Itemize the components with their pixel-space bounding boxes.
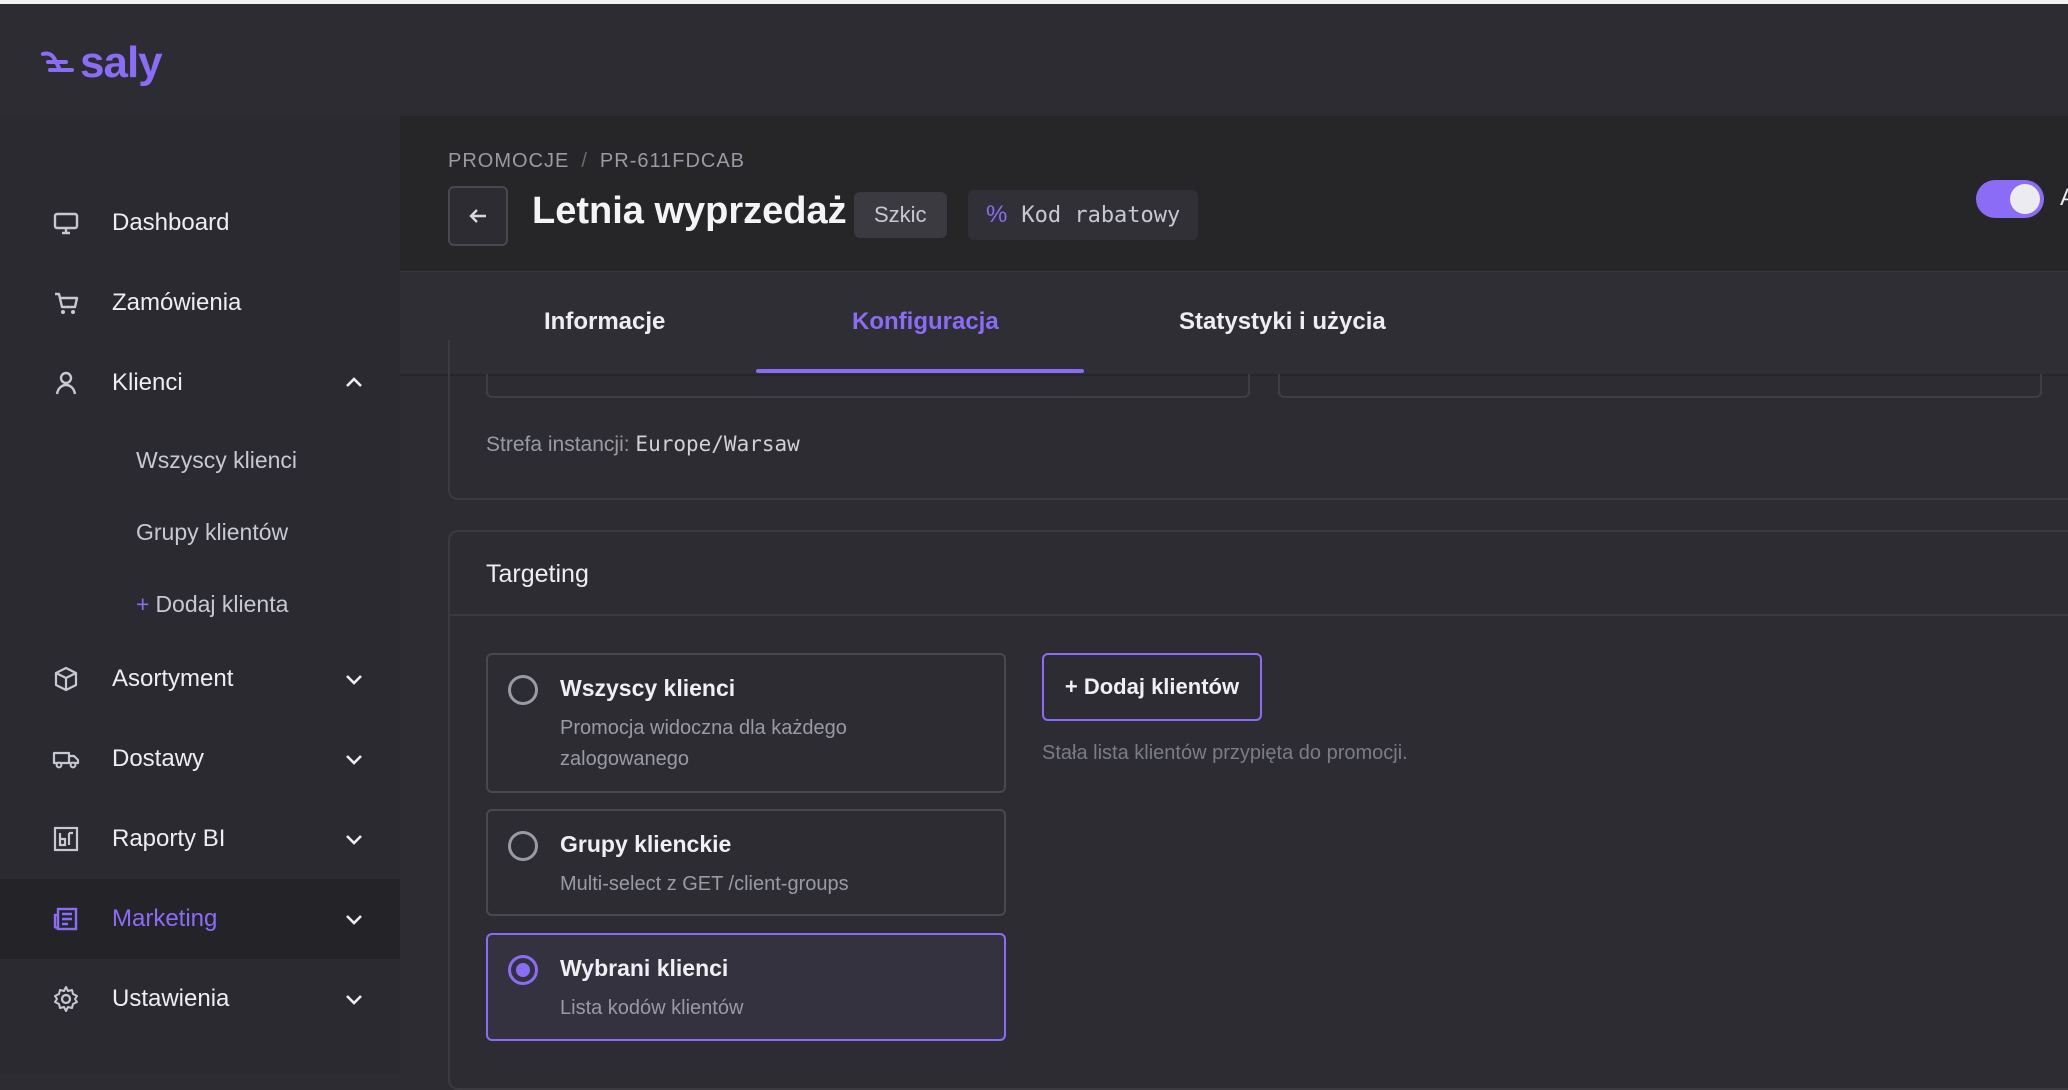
logo-mark-icon: [41, 51, 74, 72]
sidebar-subitem-add-client[interactable]: + Dodaj klienta: [136, 591, 288, 618]
logo[interactable]: saly: [40, 38, 163, 88]
active-toggle[interactable]: [1976, 180, 2044, 218]
tab-konfiguracja[interactable]: Konfiguracja: [852, 308, 999, 336]
percent-icon: %: [986, 201, 1008, 228]
sidebar-item-clients[interactable]: Klienci: [0, 343, 400, 423]
breadcrumb-separator: /: [581, 150, 588, 172]
sidebar-item-label: Asortyment: [112, 665, 234, 692]
timezone-value: Europe/Warsaw: [635, 432, 800, 456]
sidebar: Dashboard Zamówienia Klienci Wszyscy kli…: [0, 116, 400, 1074]
sidebar-item-dashboard[interactable]: Dashboard: [0, 183, 400, 263]
sidebar-item-label: Dostawy: [112, 745, 205, 772]
chevron-down-icon[interactable]: [342, 987, 366, 1011]
sidebar-item-label: Raporty BI: [112, 825, 226, 852]
report-icon: [53, 826, 79, 852]
end-date-field[interactable]: [1278, 374, 2042, 398]
sidebar-subitem-client-groups[interactable]: Grupy klientów: [136, 519, 288, 546]
chevron-down-icon[interactable]: [342, 907, 366, 931]
add-clients-button[interactable]: + Dodaj klientów: [1042, 653, 1262, 721]
arrow-left-icon: [469, 209, 486, 223]
box-icon: [54, 666, 78, 692]
toggle-label: A: [2060, 184, 2068, 212]
chevron-down-icon[interactable]: [342, 667, 366, 691]
start-date-field[interactable]: [486, 374, 1250, 398]
timezone-label: Strefa instancji:: [486, 433, 630, 456]
sidebar-subitem-all-clients[interactable]: Wszyscy klienci: [136, 447, 297, 474]
add-clients-hint: Stała lista klientów przypięta do promoc…: [1042, 742, 1408, 764]
chevron-down-icon[interactable]: [342, 747, 366, 771]
sidebar-item-bi-reports[interactable]: Raporty BI: [0, 799, 400, 879]
sidebar-item-label: Ustawienia: [112, 985, 230, 1012]
sidebar-item-label: Marketing: [112, 905, 218, 932]
plus-icon: +: [136, 591, 150, 617]
page-title: Letnia wyprzedaż: [532, 190, 847, 232]
breadcrumb-link-promotions[interactable]: PROMOCJE: [448, 150, 569, 172]
sidebar-item-assortment[interactable]: Asortyment: [0, 639, 400, 719]
promotion-type-label: Kod rabatowy: [1021, 202, 1181, 228]
sidebar-item-marketing[interactable]: Marketing: [0, 879, 400, 959]
targeting-option-all-clients[interactable]: Wszyscy klienci Promocja widoczna dla ka…: [486, 653, 1006, 793]
breadcrumb: PROMOCJE / PR-611FDCAB: [448, 150, 745, 173]
sidebar-item-label: Dashboard: [112, 209, 230, 236]
timezone-info: Strefa instancji: Europe/Warsaw: [486, 432, 800, 457]
radio-button-checked[interactable]: [508, 955, 538, 985]
user-icon: [55, 371, 77, 395]
sidebar-item-orders[interactable]: Zamówienia: [0, 263, 400, 343]
toggle-knob: [2010, 184, 2040, 214]
divider: [450, 614, 2068, 616]
breadcrumb-current: PR-611FDCAB: [599, 150, 746, 172]
sidebar-item-settings[interactable]: Ustawienia: [0, 959, 400, 1039]
option-title: Grupy klienckie: [560, 831, 732, 857]
chevron-down-icon[interactable]: [342, 827, 366, 851]
cart-icon: [55, 292, 79, 314]
schedule-card: [448, 340, 2068, 500]
option-title: Wszyscy klienci: [560, 675, 736, 701]
status-badge: Szkic: [854, 192, 947, 238]
radio-button[interactable]: [508, 831, 538, 861]
targeting-option-client-groups[interactable]: Grupy klienckie Multi-select z GET /clie…: [486, 809, 1006, 916]
sidebar-item-label: Zamówienia: [112, 289, 242, 316]
newspaper-icon: [53, 907, 78, 931]
option-description: Multi-select z GET /client-groups: [560, 873, 849, 895]
promotion-type-badge: % Kod rabatowy: [968, 190, 1199, 240]
radio-button[interactable]: [508, 675, 538, 705]
top-bar: saly: [0, 0, 2068, 116]
back-button[interactable]: [448, 186, 508, 246]
page-header: PROMOCJE / PR-611FDCAB Letnia wyprzedaż Sz…: [400, 116, 2068, 272]
option-description: Promocja widoczna dla każdego zalogowane…: [560, 717, 847, 770]
chevron-up-icon[interactable]: [342, 371, 366, 395]
sidebar-item-label: Klienci: [112, 369, 183, 396]
tab-statystyki[interactable]: Statystyki i użycia: [1179, 308, 1386, 336]
targeting-option-selected-clients[interactable]: Wybrani klienci Lista kodów klientów: [486, 933, 1006, 1041]
option-description: Lista kodów klientów: [560, 997, 744, 1019]
targeting-title: Targeting: [486, 560, 589, 588]
monitor-icon: [53, 212, 79, 235]
sidebar-item-deliveries[interactable]: Dostawy: [0, 719, 400, 799]
logo-text: saly: [80, 38, 163, 87]
gear-icon: [54, 986, 78, 1012]
truck-icon: [52, 751, 80, 769]
tab-informacje[interactable]: Informacje: [544, 308, 665, 336]
option-title: Wybrani klienci: [560, 955, 729, 981]
